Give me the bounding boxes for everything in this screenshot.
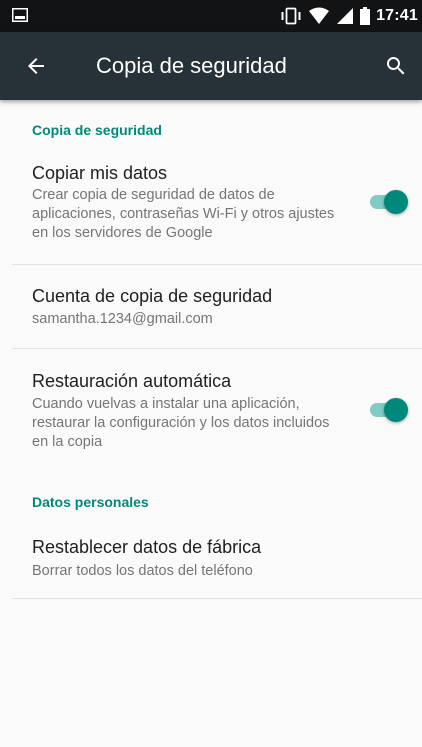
pref-title: Restauración automática: [32, 371, 232, 391]
section-header-backup: Copia de seguridad: [32, 122, 162, 138]
pref-title: Restablecer datos de fábrica: [32, 537, 262, 557]
section-header-personal-data: Datos personales: [32, 494, 149, 510]
pref-summary: Crear copia de seguridad de datos de apl…: [32, 187, 335, 241]
page-title: Copia de seguridad: [96, 53, 287, 78]
switch-thumb: [384, 398, 408, 422]
pref-summary: samantha.1234@gmail.com: [32, 311, 213, 327]
search-icon[interactable]: [384, 54, 408, 78]
app-bar: Copia de seguridad: [0, 32, 422, 100]
automatic-restore-switch[interactable]: [366, 396, 410, 424]
pref-backup-account[interactable]: Cuenta de copia de seguridad samantha.12…: [0, 265, 422, 348]
divider: [12, 598, 422, 599]
status-bar: 17:41: [0, 0, 422, 32]
image-notification-icon: [12, 8, 28, 22]
settings-screen: 17:41 Copia de seguridad Copia de seguri…: [0, 0, 422, 747]
pref-summary: Borrar todos los datos del teléfono: [32, 563, 253, 579]
pref-title: Cuenta de copia de seguridad: [32, 286, 273, 306]
arrow-back-icon[interactable]: [24, 54, 48, 78]
switch-thumb: [384, 190, 408, 214]
wifi-icon: [309, 7, 330, 24]
pref-automatic-restore[interactable]: Restauración automática Cuando vuelvas a…: [0, 349, 422, 463]
vibrate-icon: [281, 7, 301, 25]
battery-icon: [360, 7, 371, 25]
pref-summary: Cuando vuelvas a instalar una aplicación…: [32, 396, 330, 450]
copy-my-data-switch[interactable]: [366, 188, 410, 216]
signal-icon: [337, 8, 354, 24]
pref-copy-my-data[interactable]: Copiar mis datos Crear copia de segurida…: [0, 152, 422, 264]
pref-title: Copiar mis datos: [32, 163, 168, 183]
pref-factory-reset[interactable]: Restablecer datos de fábrica Borrar todo…: [0, 520, 422, 598]
status-time: 17:41: [376, 7, 418, 24]
